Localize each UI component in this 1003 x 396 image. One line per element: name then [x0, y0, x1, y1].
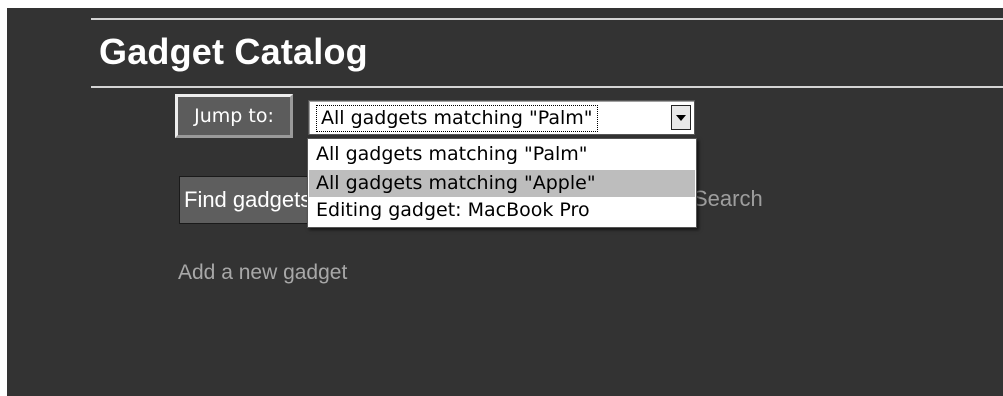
header-top-rule [91, 18, 1003, 20]
add-gadget-link[interactable]: Add a new gadget [178, 258, 347, 288]
jump-to-select[interactable]: All gadgets matching "Palm" [308, 100, 695, 135]
window-frame: Gadget Catalog Jump to: All gadgets matc… [0, 0, 1003, 396]
jump-to-dropdown-list: All gadgets matching "Palm" All gadgets … [307, 138, 697, 228]
app-panel: Gadget Catalog Jump to: All gadgets matc… [7, 8, 1003, 396]
dropdown-option-apple[interactable]: All gadgets matching "Apple" [309, 170, 695, 197]
header-bottom-rule [91, 86, 1003, 88]
dropdown-option-edit-macbook[interactable]: Editing gadget: MacBook Pro [309, 197, 695, 224]
jump-to-label: Jump to: [175, 94, 293, 138]
dropdown-option-palm[interactable]: All gadgets matching "Palm" [309, 141, 695, 168]
jump-to-selected-value: All gadgets matching "Palm" [316, 105, 598, 132]
search-link[interactable]: Search [693, 184, 763, 214]
chevron-down-icon[interactable] [671, 105, 691, 130]
page-title: Gadget Catalog [99, 31, 368, 72]
